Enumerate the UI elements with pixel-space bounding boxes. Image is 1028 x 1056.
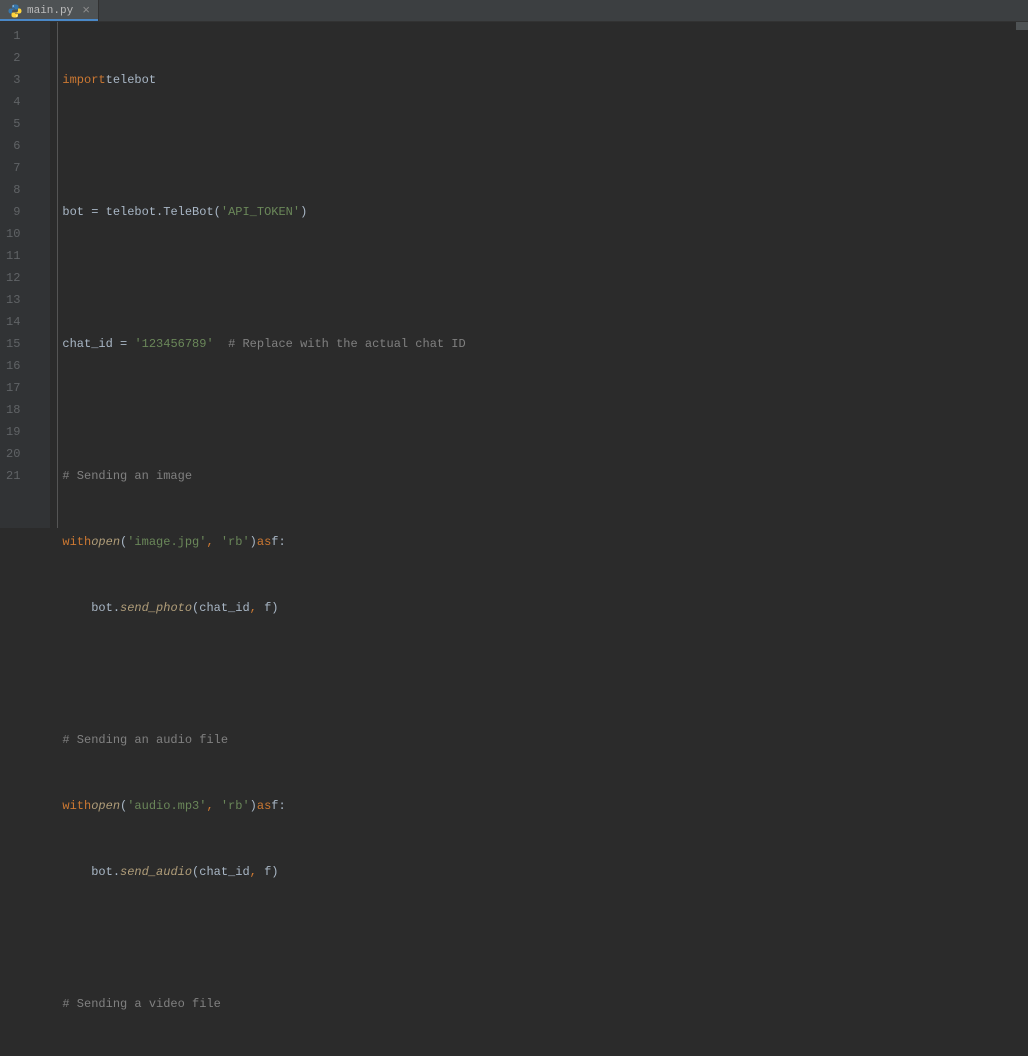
tab-main-py[interactable]: main.py × — [0, 0, 99, 21]
code-line[interactable]: bot = telebot.TeleBot('API_TOKEN') — [62, 201, 1028, 223]
indent-guide — [50, 22, 58, 528]
scrollbar-corner — [1016, 22, 1028, 30]
code-line[interactable]: bot.send_audio(chat_id, f) — [62, 861, 1028, 883]
code-line[interactable] — [62, 927, 1028, 949]
line-number: 7 — [6, 157, 20, 179]
code-line[interactable]: import telebot — [62, 69, 1028, 91]
gutter-margin — [28, 22, 50, 528]
code-line[interactable]: # Sending an audio file — [62, 729, 1028, 751]
line-number: 17 — [6, 377, 20, 399]
close-icon[interactable]: × — [82, 4, 90, 17]
line-number: 16 — [6, 355, 20, 377]
line-number-gutter: 1 2 3 4 5 6 7 8 9 10 11 12 13 14 15 16 1… — [0, 22, 28, 528]
line-number: 14 — [6, 311, 20, 333]
python-file-icon — [8, 4, 22, 18]
line-number: 8 — [6, 179, 20, 201]
code-line[interactable] — [62, 267, 1028, 289]
line-number: 6 — [6, 135, 20, 157]
code-line[interactable]: with open('audio.mp3', 'rb') as f: — [62, 795, 1028, 817]
line-number: 18 — [6, 399, 20, 421]
editor[interactable]: 1 2 3 4 5 6 7 8 9 10 11 12 13 14 15 16 1… — [0, 22, 1028, 528]
line-number: 5 — [6, 113, 20, 135]
code-line[interactable]: # Sending a video file — [62, 993, 1028, 1015]
line-number: 2 — [6, 47, 20, 69]
line-number: 3 — [6, 69, 20, 91]
line-number: 20 — [6, 443, 20, 465]
line-number: 12 — [6, 267, 20, 289]
scrollbar-track[interactable] — [1016, 22, 1028, 528]
code-line[interactable]: bot.send_photo(chat_id, f) — [62, 597, 1028, 619]
code-line[interactable]: # Sending an image — [62, 465, 1028, 487]
line-number: 19 — [6, 421, 20, 443]
line-number: 13 — [6, 289, 20, 311]
code-line[interactable] — [62, 399, 1028, 421]
code-line[interactable] — [62, 663, 1028, 685]
line-number: 15 — [6, 333, 20, 355]
line-number: 21 — [6, 465, 20, 487]
line-number: 10 — [6, 223, 20, 245]
line-number: 1 — [6, 25, 20, 47]
line-number: 11 — [6, 245, 20, 267]
code-line[interactable]: with open('image.jpg', 'rb') as f: — [62, 531, 1028, 553]
code-area[interactable]: import telebot bot = telebot.TeleBot('AP… — [58, 22, 1028, 528]
tab-label: main.py — [27, 5, 73, 17]
code-line[interactable]: chat_id = '123456789' # Replace with the… — [62, 333, 1028, 355]
code-line[interactable] — [62, 135, 1028, 157]
line-number: 9 — [6, 201, 20, 223]
line-number: 4 — [6, 91, 20, 113]
tab-bar: main.py × — [0, 0, 1028, 22]
